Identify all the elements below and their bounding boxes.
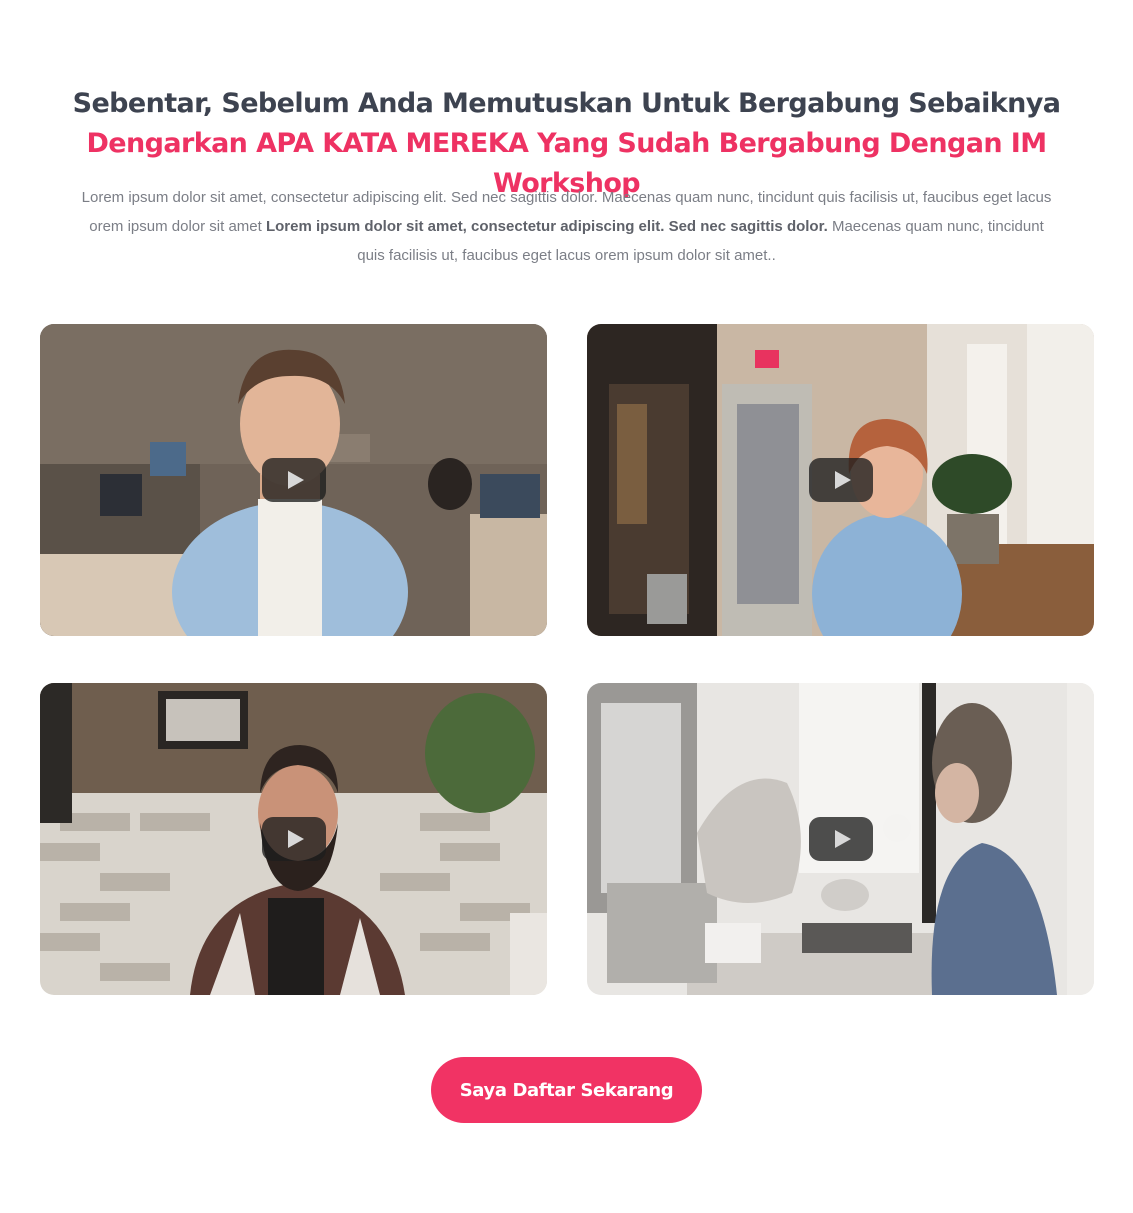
play-icon[interactable] xyxy=(261,458,326,502)
play-icon[interactable] xyxy=(261,817,326,861)
testimonial-video-4[interactable] xyxy=(587,683,1094,995)
play-icon[interactable] xyxy=(808,458,873,502)
register-now-button[interactable]: Saya Daftar Sekarang xyxy=(431,1057,702,1123)
play-icon[interactable] xyxy=(808,817,873,861)
testimonial-video-3[interactable] xyxy=(40,683,547,995)
testimonial-video-2[interactable] xyxy=(587,324,1094,636)
intro-bold-text: Lorem ipsum dolor sit amet, consectetur … xyxy=(265,218,828,235)
heading-dark-text: Sebentar, Sebelum Anda Memutuskan Untuk … xyxy=(72,88,1061,119)
intro-paragraph: Lorem ipsum dolor sit amet, consectetur … xyxy=(80,183,1053,270)
testimonial-video-1[interactable] xyxy=(40,324,547,636)
